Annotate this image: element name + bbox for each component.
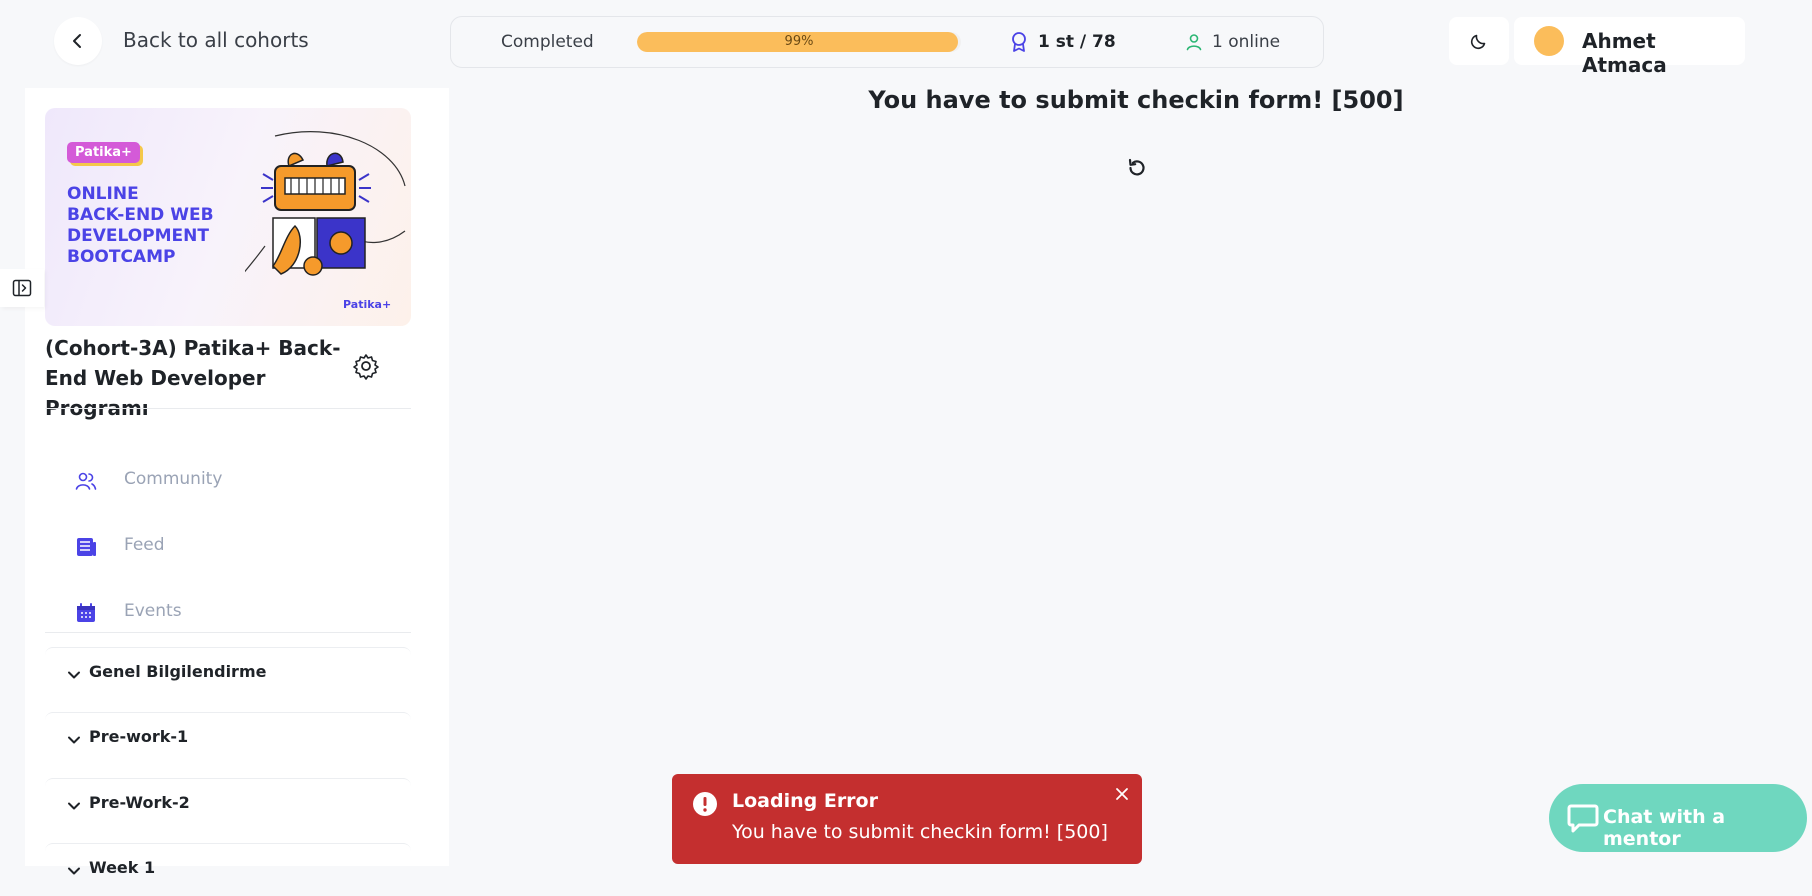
- main-error-title: You have to submit checkin form! [500]: [868, 86, 1404, 114]
- refresh-icon[interactable]: [1125, 156, 1149, 180]
- moon-icon: [1470, 34, 1486, 50]
- banner-tag: Patika+: [67, 142, 140, 163]
- avatar: [1534, 26, 1564, 56]
- sidebar-expand-icon: [12, 279, 32, 297]
- progress-bar: 99%: [637, 32, 961, 52]
- user-name: Ahmet Atmaca: [1582, 29, 1667, 77]
- divider: [45, 632, 411, 633]
- chevron-down-icon: [68, 736, 80, 744]
- divider: [45, 408, 411, 409]
- accordion-label: Genel Bilgilendirme: [89, 662, 267, 681]
- chevron-down-icon: [68, 671, 80, 679]
- sidebar-item-feed[interactable]: Feed: [45, 524, 411, 568]
- close-icon[interactable]: [1112, 784, 1132, 804]
- back-button[interactable]: [54, 17, 102, 65]
- chat-label: Chat with a mentor: [1603, 806, 1726, 850]
- sidebar: Patika+ ONLINE BACK-END WEB DEVELOPMENT …: [25, 88, 449, 877]
- accordion-section[interactable]: Pre-Work-2: [45, 778, 411, 831]
- accordion-section[interactable]: Week 1: [45, 843, 411, 896]
- banner-illustration: [245, 131, 406, 276]
- chevron-down-icon: [68, 802, 80, 810]
- users-icon: [75, 472, 97, 490]
- sidebar-item-label: Events: [124, 601, 182, 621]
- chat-with-mentor-button[interactable]: Chat with a mentor: [1549, 784, 1807, 852]
- chat-bubble-icon: [1567, 804, 1599, 833]
- accordion-label: Pre-work-1: [89, 727, 189, 746]
- back-to-cohorts-link[interactable]: Back to all cohorts: [123, 28, 309, 52]
- toast-message: You have to submit checkin form! [500]: [732, 821, 1108, 843]
- sidebar-item-label: Feed: [124, 535, 165, 555]
- alert-icon: [693, 792, 717, 816]
- error-toast: Loading Error You have to submit checkin…: [672, 774, 1142, 864]
- sidebar-item-label: Community: [124, 469, 223, 489]
- award-icon: [1012, 32, 1026, 52]
- accordion-label: Pre-Work-2: [89, 793, 190, 812]
- cohort-title: (Cohort-3A) Patika+ Back-End Web Develop…: [45, 336, 341, 420]
- sidebar-toggle-button[interactable]: [0, 269, 44, 307]
- cohort-banner: Patika+ ONLINE BACK-END WEB DEVELOPMENT …: [45, 108, 411, 326]
- progress-percent: 99%: [784, 34, 814, 49]
- accordion-section[interactable]: Genel Bilgilendirme: [45, 647, 411, 700]
- sidebar-item-community[interactable]: Community: [45, 458, 411, 502]
- sidebar-item-events[interactable]: Events: [45, 590, 411, 634]
- accordion-section[interactable]: Pre-work-1: [45, 712, 411, 765]
- user-online-icon: [1186, 34, 1202, 51]
- accordion-label: Week 1: [89, 858, 156, 877]
- banner-logo: Patika+: [343, 298, 392, 311]
- user-menu[interactable]: Ahmet Atmaca: [1514, 17, 1745, 77]
- banner-headline: ONLINE BACK-END WEB DEVELOPMENT BOOTCAMP: [67, 184, 214, 267]
- online-count: 1 online: [1212, 32, 1281, 52]
- theme-toggle-button[interactable]: [1449, 17, 1509, 65]
- chevron-down-icon: [68, 867, 80, 875]
- feed-icon: [77, 538, 96, 556]
- chevron-left-icon: [73, 34, 81, 48]
- gear-icon[interactable]: [352, 352, 380, 380]
- calendar-icon: [77, 603, 95, 622]
- progress-card: Completed 99% 1 st / 78 1 online: [450, 16, 1324, 68]
- toast-title: Loading Error: [732, 790, 878, 812]
- rank-text: 1 st / 78: [1038, 32, 1116, 52]
- completed-label: Completed: [501, 32, 594, 52]
